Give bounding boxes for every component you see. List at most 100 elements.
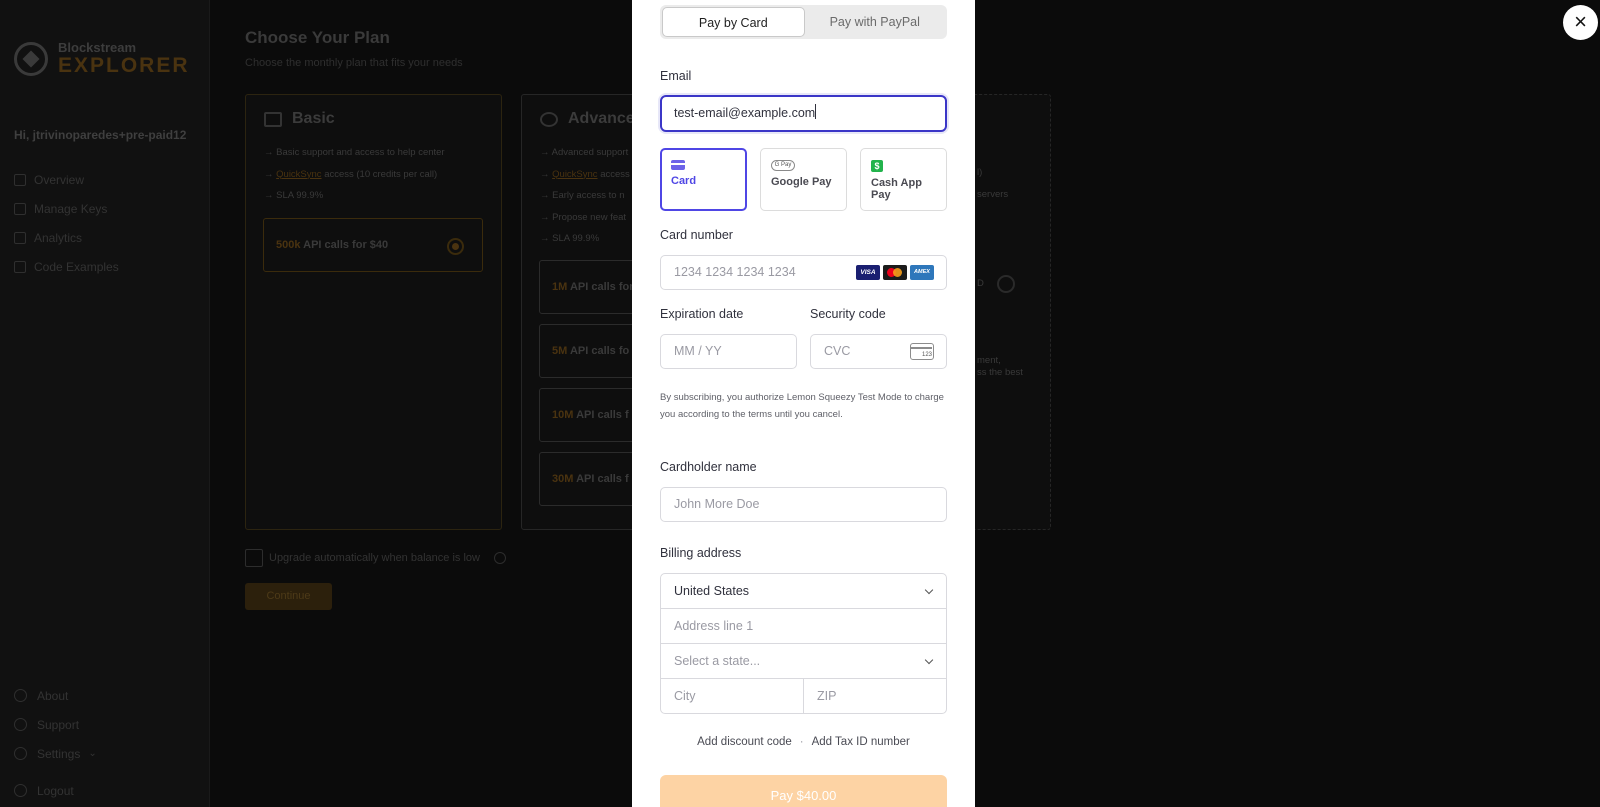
auto-upgrade: Upgrade automatically when balance is lo… [245, 549, 506, 567]
key-icon [14, 202, 26, 215]
card-number-placeholder: 1234 1234 1234 1234 [674, 265, 796, 279]
radio-unselected[interactable] [997, 275, 1015, 293]
extra-links: Add discount code · Add Tax ID number [660, 736, 947, 748]
plan-option[interactable]: 500k API calls for $40 [263, 218, 483, 272]
blockstream-logo-icon [14, 41, 48, 76]
email-label: Email [660, 69, 692, 83]
expiry-placeholder: MM / YY [674, 344, 722, 358]
billing-address-group: United States Address line 1 Select a st… [660, 573, 947, 714]
cardholder-placeholder: John More Doe [674, 497, 760, 511]
cardholder-field[interactable]: John More Doe [660, 487, 947, 522]
sidebar-item-settings[interactable]: Settings ⌄ [14, 739, 97, 768]
plan-name: Basic [292, 110, 335, 127]
support-icon [14, 718, 27, 731]
plan-header: Basic [264, 110, 335, 128]
page-title: Choose Your Plan [245, 28, 390, 47]
address-line-1-field[interactable]: Address line 1 [661, 609, 946, 644]
sidebar-item-support[interactable]: Support [14, 710, 97, 739]
sidebar-footer: About Support Settings ⌄ Logout [14, 681, 97, 805]
payment-method-label: Google Pay [771, 176, 832, 188]
zip-field[interactable]: ZIP [803, 679, 946, 714]
logo: Blockstream EXPLORER [14, 40, 190, 77]
payment-method-card[interactable]: Card [660, 148, 747, 211]
link-separator: · [799, 736, 804, 748]
enterprise-text: D [977, 278, 984, 289]
sidebar-item-logout[interactable]: Logout [14, 776, 97, 805]
card-number-field[interactable]: 1234 1234 1234 1234 VISA AMEX [660, 255, 947, 290]
gear-icon [14, 747, 27, 760]
payment-method-selector: Card G Pay Google Pay $ Cash App Pay [660, 148, 947, 211]
feature-item: → Basic support and access to help cente… [264, 147, 445, 158]
sidebar-item-label: Support [37, 717, 80, 732]
text-caret [815, 104, 817, 119]
add-tax-id-link[interactable]: Add Tax ID number [812, 736, 910, 748]
page-subtitle: Choose the monthly plan that fits your n… [245, 57, 463, 69]
zip-placeholder: ZIP [817, 689, 837, 703]
sidebar-item-about[interactable]: About [14, 681, 97, 710]
expiry-field[interactable]: MM / YY [660, 334, 797, 369]
sidebar-item-manage-keys[interactable]: Manage Keys [14, 194, 119, 223]
sidebar-nav: Overview Manage Keys Analytics Code Exam… [14, 165, 119, 281]
quicksync-link[interactable]: QuickSync [552, 169, 597, 180]
feature-item: → Propose new feat [540, 211, 627, 223]
continue-button[interactable]: Continue [245, 583, 332, 610]
tab-pay-by-card[interactable]: Pay by Card [662, 7, 805, 37]
card-number-label: Card number [660, 228, 733, 242]
feature-item: → Early access to n [540, 190, 625, 201]
country-select[interactable]: United States [661, 574, 946, 609]
security-code-label: Security code [810, 307, 886, 321]
checkout-modal: Pay by Card Pay with PayPal Email test-e… [632, 0, 975, 807]
sidebar: Blockstream EXPLORER Hi, jtrivinoparedes… [0, 0, 210, 807]
feature-item: → SLA 99.9% [264, 190, 324, 201]
billing-address-label: Billing address [660, 546, 742, 560]
card-icon [671, 160, 685, 170]
sidebar-item-analytics[interactable]: Analytics [14, 223, 119, 252]
logo-text-bottom: EXPLORER [58, 54, 190, 77]
feature-item: → Advanced support [540, 147, 629, 158]
payment-method-label: Cash App Pay [871, 177, 922, 201]
cvc-field[interactable]: CVC 123 [810, 334, 947, 369]
radio-selected[interactable] [447, 238, 464, 255]
auto-upgrade-checkbox[interactable] [245, 549, 263, 567]
sidebar-item-overview[interactable]: Overview [14, 165, 119, 194]
feature-item: → QuickSync access [540, 168, 630, 180]
overview-icon [14, 173, 26, 186]
email-field[interactable]: test-email@example.com [660, 95, 947, 132]
payment-method-google-pay[interactable]: G Pay Google Pay [760, 148, 847, 211]
quicksync-link[interactable]: QuickSync [276, 169, 321, 180]
country-value: United States [674, 584, 750, 598]
mastercard-icon [883, 265, 907, 280]
sidebar-item-label: Settings [37, 746, 81, 761]
sidebar-item-label: Overview [34, 172, 85, 187]
enterprise-text: ment, [977, 355, 1001, 366]
payment-method-cash-app[interactable]: $ Cash App Pay [860, 148, 947, 211]
enterprise-text: ss the best [977, 367, 1023, 378]
analytics-icon [14, 231, 26, 244]
state-placeholder: Select a state... [674, 654, 761, 668]
cash-app-icon: $ [871, 160, 883, 172]
sidebar-item-code-examples[interactable]: Code Examples [14, 252, 119, 281]
expiry-label: Expiration date [660, 307, 744, 321]
info-icon [14, 689, 27, 702]
info-icon[interactable] [493, 552, 506, 564]
sidebar-item-label: Logout [37, 783, 74, 798]
subscription-terms: By subscribing, you authorize Lemon Sque… [660, 392, 944, 420]
state-select[interactable]: Select a state... [661, 644, 946, 679]
enterprise-text: l) [977, 167, 983, 178]
cardholder-label: Cardholder name [660, 460, 757, 474]
tab-pay-with-paypal[interactable]: Pay with PayPal [805, 7, 946, 37]
plan-features: → Advanced support → QuickSync access → … [540, 147, 630, 255]
logout-icon [14, 784, 27, 797]
enterprise-text: servers [977, 189, 1009, 200]
city-field[interactable]: City [661, 679, 803, 714]
plan-card-basic: Basic → Basic support and access to help… [245, 94, 502, 530]
card-brands: VISA AMEX [856, 265, 934, 280]
close-icon[interactable]: × [1563, 5, 1598, 40]
add-discount-code-link[interactable]: Add discount code [697, 736, 792, 748]
sidebar-item-label: About [37, 688, 69, 703]
feature-item: → QuickSync access (10 credits per call) [264, 168, 438, 180]
pay-button[interactable]: Pay $40.00 [660, 775, 947, 807]
plan-header: Advanced [540, 110, 644, 128]
chevron-down-icon [924, 585, 934, 595]
google-pay-icon: G Pay [771, 160, 795, 171]
